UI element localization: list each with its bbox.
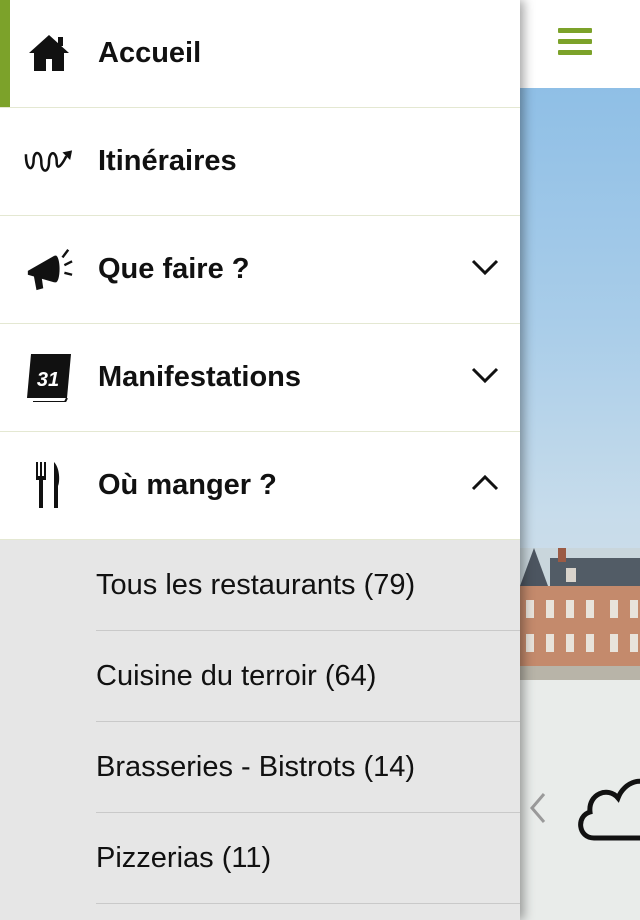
submenu-item-label: Tous les restaurants (79) bbox=[96, 569, 416, 601]
home-icon bbox=[24, 28, 74, 78]
hero-image bbox=[520, 88, 640, 680]
calendar-icon-label: 31 bbox=[37, 369, 59, 391]
menu-item-accueil[interactable]: Accueil bbox=[0, 0, 520, 108]
megaphone-icon bbox=[24, 244, 74, 294]
route-icon bbox=[24, 136, 74, 186]
submenu-item[interactable]: Brasseries - Bistrots (14) bbox=[96, 722, 520, 813]
chevron-down-icon[interactable] bbox=[470, 256, 500, 278]
chevron-left-icon[interactable] bbox=[528, 790, 548, 826]
submenu-ou-manger: Tous les restaurants (79) Cuisine du ter… bbox=[0, 540, 520, 920]
hamburger-menu-icon[interactable] bbox=[558, 28, 592, 56]
weather-widget bbox=[520, 680, 640, 920]
menu-item-label: Que faire ? bbox=[98, 253, 250, 285]
submenu-item-label: Cuisine du terroir (64) bbox=[96, 660, 377, 692]
menu-item-manifestations[interactable]: 31 Manifestations bbox=[0, 324, 520, 432]
castle-photo bbox=[520, 548, 640, 680]
menu-item-label: Manifestations bbox=[98, 361, 302, 393]
submenu-filler bbox=[0, 904, 520, 920]
app-bar bbox=[520, 0, 640, 89]
main-content bbox=[520, 0, 640, 920]
submenu-item-label: Pizzerias (11) bbox=[96, 842, 272, 874]
menu-item-label: Accueil bbox=[98, 37, 202, 69]
submenu-item[interactable]: Pizzerias (11) bbox=[96, 813, 520, 904]
menu-item-label: Où manger ? bbox=[98, 469, 277, 501]
submenu-item[interactable]: Cuisine du terroir (64) bbox=[96, 631, 520, 722]
menu-item-que-faire[interactable]: Que faire ? bbox=[0, 216, 520, 324]
fork-knife-icon bbox=[24, 460, 74, 510]
menu-item-label: Itinéraires bbox=[98, 145, 237, 177]
calendar-icon: 31 bbox=[24, 352, 74, 402]
navigation-drawer: Accueil Itinéraires Que faire ? 31 Manif… bbox=[0, 0, 520, 920]
menu-item-ou-manger[interactable]: Où manger ? bbox=[0, 432, 520, 540]
chevron-down-icon[interactable] bbox=[470, 364, 500, 386]
submenu-item-label: Brasseries - Bistrots (14) bbox=[96, 751, 416, 783]
chevron-up-icon[interactable] bbox=[470, 472, 500, 494]
submenu-item[interactable]: Tous les restaurants (79) bbox=[96, 540, 520, 631]
cloud-icon bbox=[578, 778, 640, 841]
menu-item-itineraires[interactable]: Itinéraires bbox=[0, 108, 520, 216]
